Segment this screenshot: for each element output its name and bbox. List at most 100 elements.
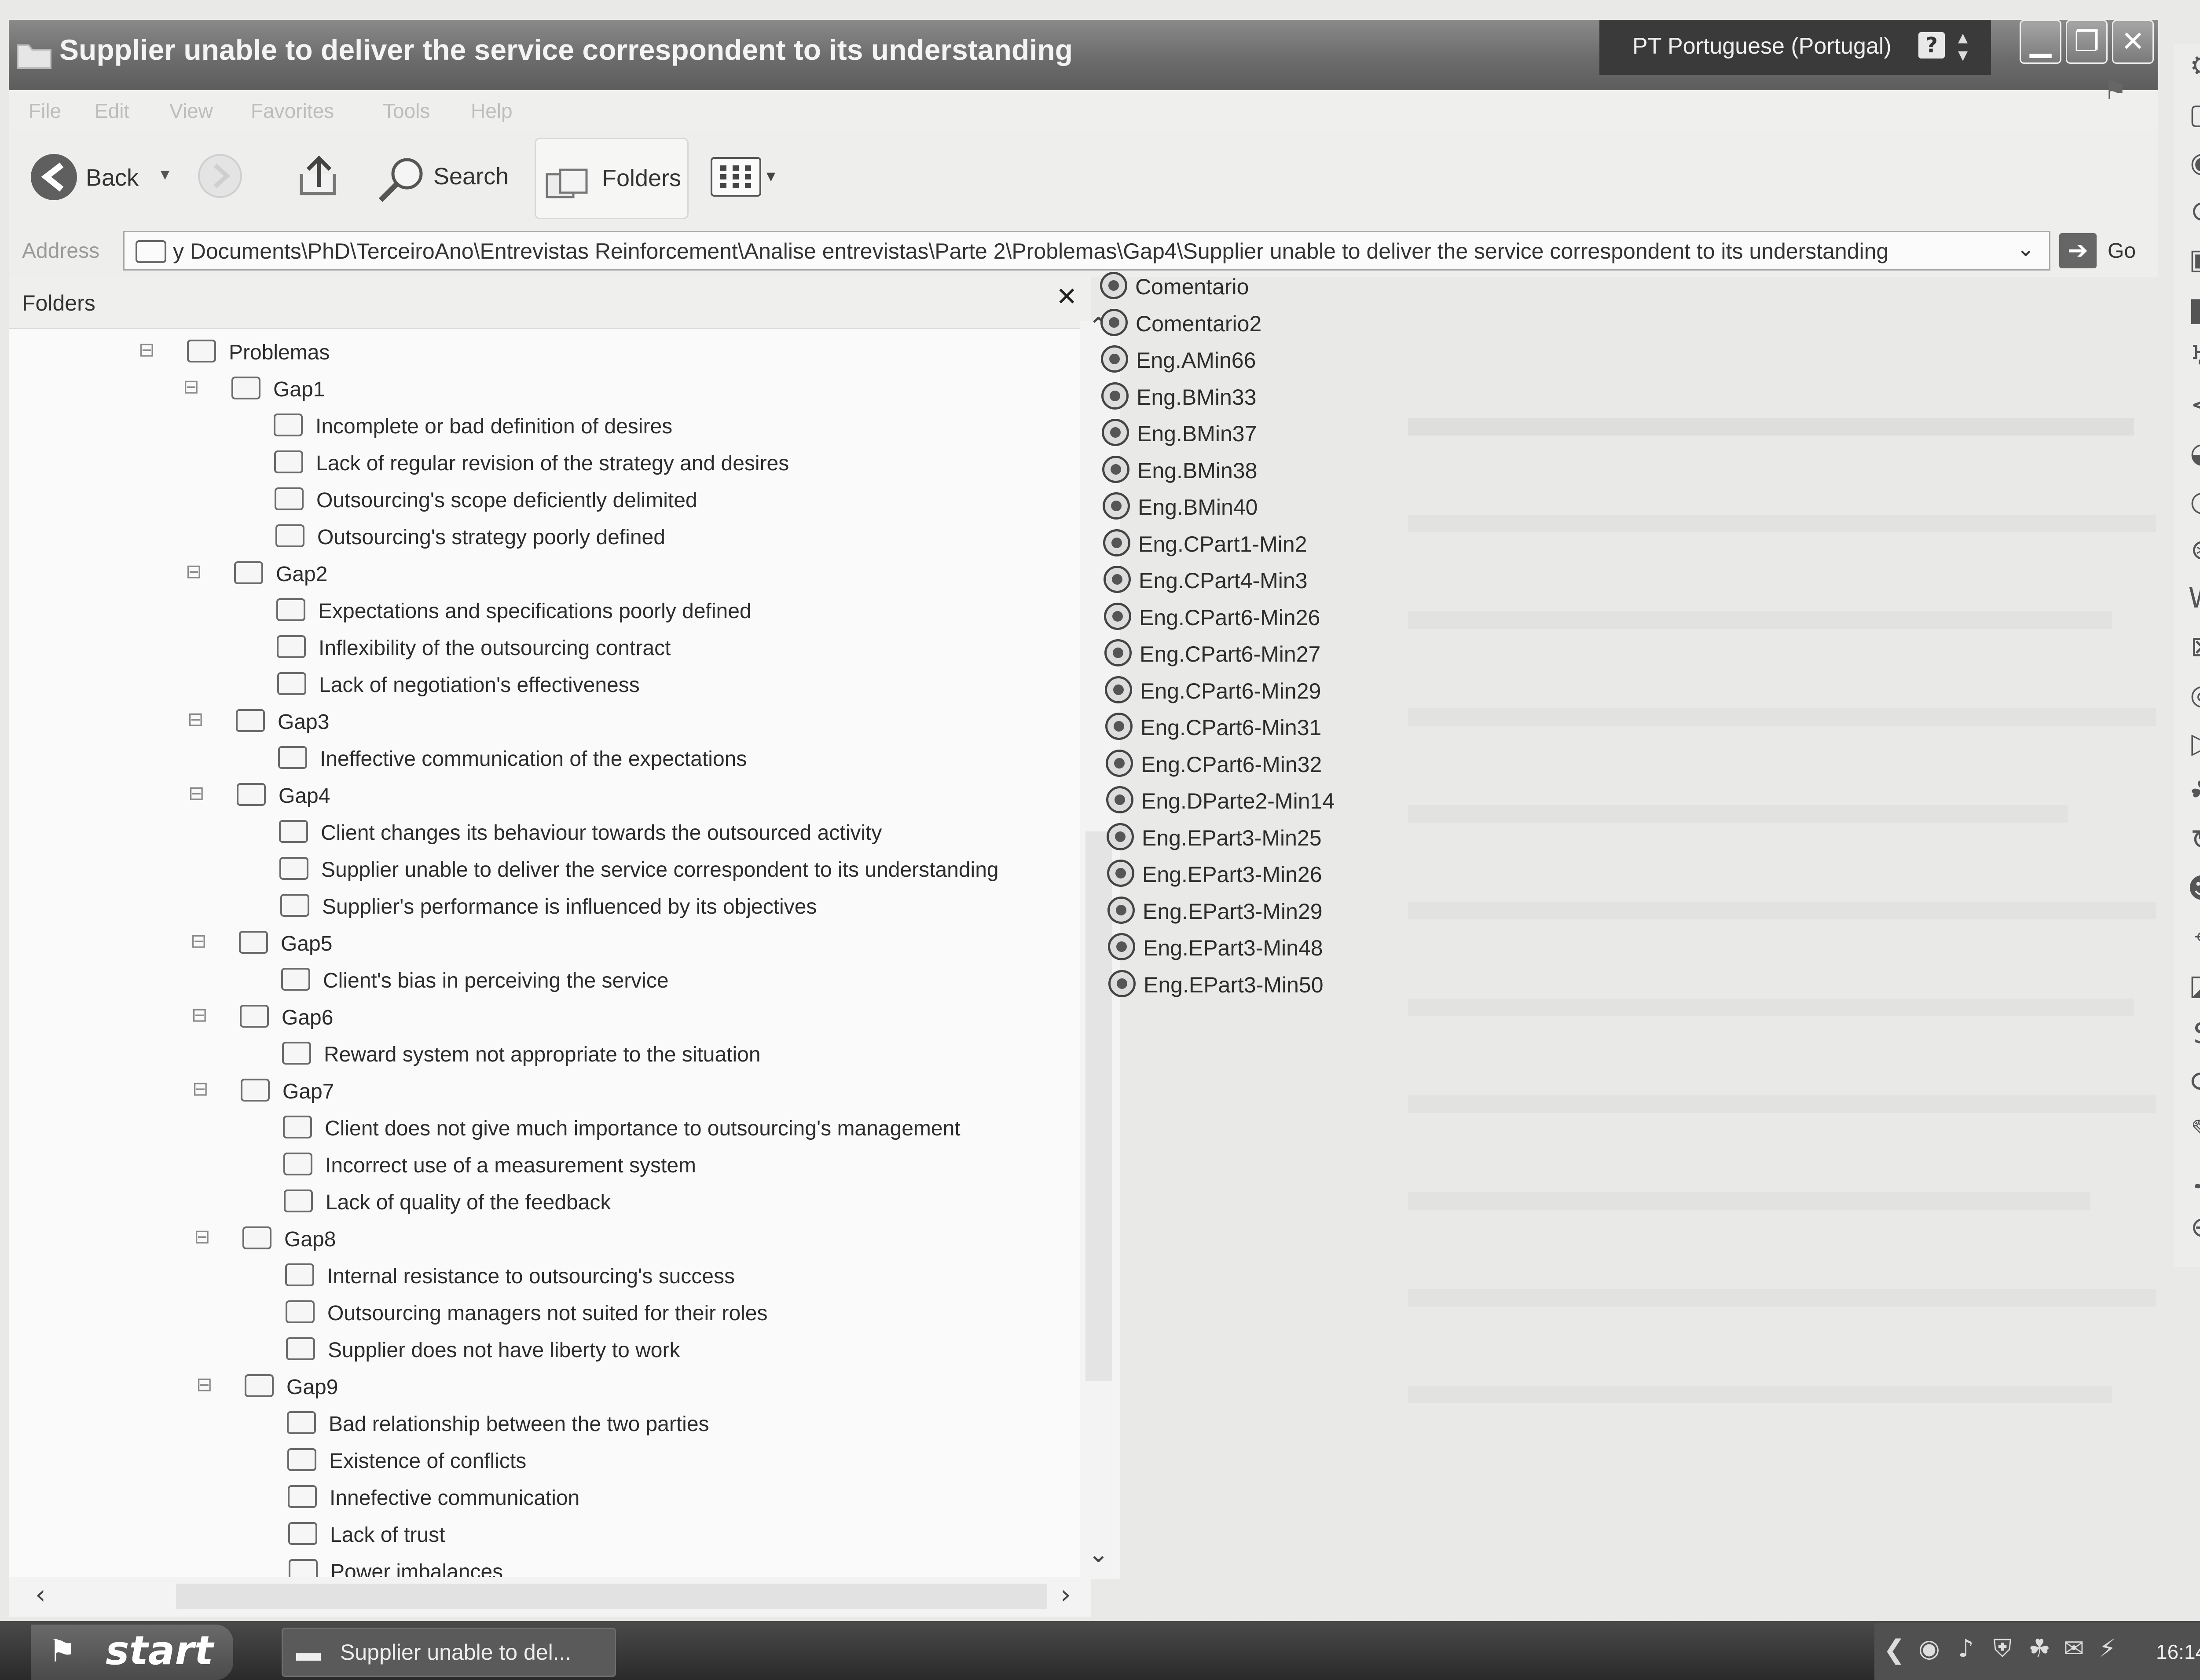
back-arrow-icon[interactable] <box>31 154 77 200</box>
clock-icon[interactable]: ⊙ <box>2185 194 2200 229</box>
audio-file-icon <box>1106 786 1133 813</box>
firefox-icon[interactable]: ◕ <box>2185 436 2200 471</box>
app-icon[interactable]: ⚙ <box>2185 48 2200 84</box>
help-icon[interactable]: ? <box>1918 32 1945 59</box>
views-icon[interactable] <box>711 157 761 197</box>
close-pane-icon[interactable]: ✕ <box>1056 282 1078 311</box>
folders-button-frame[interactable]: Folders <box>535 138 689 219</box>
start-button[interactable]: ⚑ start <box>31 1625 233 1680</box>
scroll-right-icon[interactable]: › <box>1060 1579 1071 1610</box>
file-name: Eng.BMin33 <box>1137 384 1257 410</box>
audio-file-icon <box>1106 749 1133 777</box>
disc-icon[interactable]: ◎ <box>2185 677 2200 713</box>
mail-icon[interactable]: ✉ <box>2064 1634 2084 1663</box>
globe-icon[interactable]: ◉ <box>2185 145 2200 180</box>
word-icon[interactable]: W <box>2185 581 2200 616</box>
expand-toggle-icon[interactable]: ⊟ <box>139 340 155 360</box>
tray-arrow-icon[interactable]: ❮ <box>1883 1634 1905 1665</box>
address-input[interactable]: y Documents\PhD\TerceiroAno\Entrevistas … <box>123 231 2050 271</box>
language-bar[interactable]: PT Portuguese (Portugal) ? ▴ ▾ <box>1599 20 1991 75</box>
tree-item-label: Outsourcing's strategy poorly defined <box>317 526 665 549</box>
taskbar-window-item[interactable]: ▬ Supplier unable to del... <box>282 1628 616 1677</box>
address-label: Address <box>22 239 100 263</box>
file-name: Eng.EPart3-Min50 <box>1144 972 1324 997</box>
taskbar-window-label: Supplier unable to del... <box>340 1640 572 1665</box>
scroll-left-icon[interactable]: ‹ <box>35 1579 46 1610</box>
browser-icon[interactable]: ◔ <box>2185 484 2200 519</box>
folder-icon <box>274 414 303 436</box>
pdf-icon[interactable]: ▆ <box>2185 290 2200 326</box>
document-icon[interactable]: ▢ <box>2185 97 2200 132</box>
search-icon[interactable] <box>374 154 431 205</box>
expand-toggle-icon[interactable]: ⊟ <box>196 1375 213 1395</box>
tree-item-label: Client changes its behaviour towards the… <box>321 821 882 845</box>
image-icon[interactable]: ◪ <box>2185 968 2200 1003</box>
refresh-icon[interactable]: ↻ <box>2185 823 2200 858</box>
minimize-button[interactable]: ▁ <box>2020 20 2061 64</box>
settings-icon[interactable]: ⊛ <box>2185 532 2200 567</box>
skype-icon[interactable]: S <box>2185 1016 2200 1051</box>
back-button[interactable]: Back <box>86 164 139 191</box>
views-dropdown-icon[interactable]: ▾ <box>766 166 775 186</box>
address-dropdown-icon[interactable]: ⌄ <box>2017 236 2035 261</box>
play-icon[interactable]: ▷ <box>2185 726 2200 761</box>
menu-view[interactable]: View <box>169 99 213 123</box>
menu-tools[interactable]: Tools <box>383 99 430 123</box>
share-icon[interactable]: ⋖ <box>2185 387 2200 422</box>
clock[interactable]: 16:14 <box>2156 1640 2200 1664</box>
folder-icon <box>231 377 260 399</box>
network-icon[interactable]: ◉ <box>1918 1634 1940 1663</box>
close-button[interactable]: ✕ <box>2112 20 2154 64</box>
safely-remove-icon[interactable]: ⚡ <box>2099 1634 2116 1663</box>
menu-favorites[interactable]: Favorites <box>251 99 334 123</box>
search-globe-icon[interactable]: ⊕ <box>2185 1210 2200 1245</box>
expand-toggle-icon[interactable]: ⊟ <box>187 710 204 729</box>
back-dropdown-icon[interactable]: ▾ <box>161 164 169 184</box>
tree-item-label: Incomplete or bad definition of desires <box>315 415 673 438</box>
tree-item-label: Gap5 <box>281 932 333 955</box>
download-icon[interactable]: ⟳ <box>2185 1065 2200 1100</box>
excel-icon[interactable]: ⊠ <box>2185 629 2200 664</box>
folders-horizontal-scrollbar[interactable]: ‹ › <box>9 1577 1091 1617</box>
cup-icon[interactable]: ♅ <box>2185 339 2200 374</box>
scrollbar-thumb[interactable] <box>176 1584 1047 1609</box>
cursor-icon[interactable]: ⌖ <box>2185 919 2200 955</box>
music-icon[interactable]: ♫ <box>2185 1161 2200 1197</box>
messenger-icon[interactable]: ☘ <box>2185 774 2200 809</box>
paint-icon[interactable]: ✎ <box>2185 1113 2200 1148</box>
terminal-icon[interactable]: ▣ <box>2185 242 2200 277</box>
messenger-tray-icon[interactable]: ☘ <box>2028 1634 2050 1663</box>
volume-icon[interactable]: ♪ <box>1958 1634 1974 1663</box>
file-name: Eng.EPart3-Min48 <box>1143 936 1323 960</box>
folder-icon <box>282 1042 311 1065</box>
antivirus-icon[interactable]: ⛨ <box>1993 1634 2012 1663</box>
search-button[interactable]: Search <box>433 163 509 190</box>
file-name: Eng.CPart1-Min2 <box>1138 531 1307 556</box>
taskbar: ⚑ start ▬ Supplier unable to del... ❮ ◉ … <box>0 1621 2200 1680</box>
go-button[interactable]: Go <box>2108 239 2136 263</box>
expand-toggle-icon[interactable]: ⊟ <box>186 562 202 582</box>
up-folder-icon[interactable] <box>295 152 343 200</box>
expand-toggle-icon[interactable]: ⊟ <box>194 1227 210 1247</box>
expand-toggle-icon[interactable]: ⊟ <box>188 784 205 803</box>
language-options-icon[interactable]: ▴ ▾ <box>1958 28 1968 65</box>
menu-bar: File Edit View Favorites Tools Help <box>9 90 2158 130</box>
expand-toggle-icon[interactable]: ⊟ <box>191 1006 208 1025</box>
start-label: start <box>106 1628 213 1674</box>
users-icon[interactable]: ☻ <box>2185 871 2200 906</box>
restore-button[interactable]: ❐ <box>2066 20 2108 64</box>
tree-item-label: Reward system not appropriate to the sit… <box>324 1043 761 1066</box>
tree-item-label: Lack of trust <box>330 1523 445 1547</box>
menu-file[interactable]: File <box>29 99 61 123</box>
menu-edit[interactable]: Edit <box>95 99 129 123</box>
expand-toggle-icon[interactable]: ⊟ <box>183 377 199 397</box>
expand-toggle-icon[interactable]: ⊟ <box>191 932 207 951</box>
tree-item-label: Gap3 <box>278 710 330 734</box>
scroll-down-icon[interactable]: ⌄ <box>1088 1540 1109 1568</box>
expand-toggle-icon[interactable]: ⊟ <box>192 1080 209 1099</box>
forward-button[interactable] <box>198 154 242 198</box>
menu-help[interactable]: Help <box>471 99 513 123</box>
tree-item-label: Lack of negotiation's effectiveness <box>319 673 640 697</box>
go-arrow-icon[interactable]: ➔ <box>2059 233 2097 268</box>
folder-icon <box>277 672 306 695</box>
